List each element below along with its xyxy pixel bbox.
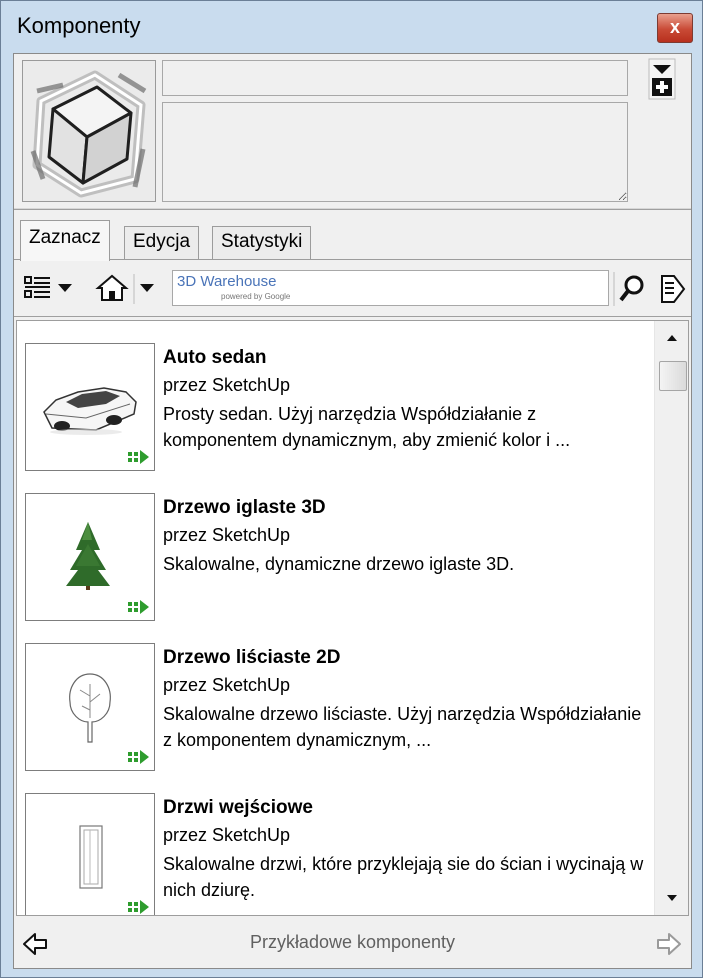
components-window: Komponenty x Zaznacz Edycja Statystyki 3… [0, 0, 703, 978]
tab-edit[interactable]: Edycja [124, 226, 200, 260]
component-preview [22, 60, 156, 202]
home-button[interactable] [94, 272, 158, 306]
scroll-up-arrow-icon [667, 335, 677, 341]
item-author: przez SketchUp [163, 675, 291, 695]
scroll-down-arrow-icon [667, 895, 677, 901]
tab-statistics-label: Statystyki [221, 231, 303, 252]
item-description: Skalowalne drzewo liściaste. Użyj narzęd… [163, 704, 642, 750]
item-description: Skalowalne drzwi, które przyklejają sie … [163, 854, 644, 900]
tab-select[interactable]: Zaznacz [20, 220, 110, 261]
tab-edit-label: Edycja [133, 231, 191, 252]
details-menu-button[interactable] [648, 58, 676, 100]
3d-warehouse-logo-text: 3D Warehouse [177, 273, 277, 290]
toolbar-separator [14, 316, 691, 317]
item-thumbnail [25, 643, 155, 771]
tab-underline [14, 259, 691, 260]
list-item[interactable]: Auto sedan przez SketchUp Prosty sedan. … [17, 343, 657, 493]
item-description: Prosty sedan. Użyj narzędzia Współdziała… [163, 404, 571, 450]
list-item[interactable]: Drzwi wejściowe przez SketchUp Skalowaln… [17, 793, 657, 915]
item-title: Auto sedan [163, 347, 267, 368]
dynamic-component-icon [128, 750, 149, 764]
close-icon: x [669, 17, 680, 37]
item-description: Skalowalne, dynamiczne drzewo iglaste 3D… [163, 554, 515, 574]
add-details-icon [648, 58, 676, 100]
item-title: Drzewo liściaste 2D [163, 647, 341, 668]
scroll-down-button[interactable] [655, 883, 688, 915]
item-title: Drzewo iglaste 3D [163, 497, 326, 518]
item-author: przez SketchUp [163, 825, 291, 845]
view-options-button[interactable] [22, 272, 80, 306]
components-panel: Zaznacz Edycja Statystyki 3D Warehouse p… [13, 53, 692, 969]
component-list: Auto sedan przez SketchUp Prosty sedan. … [16, 320, 689, 916]
component-description-field[interactable] [162, 102, 628, 202]
window-title: Komponenty [17, 13, 141, 38]
scroll-up-button[interactable] [655, 321, 688, 353]
item-author: przez SketchUp [163, 525, 291, 545]
warehouse-search-box: 3D Warehouse powered by Google [172, 270, 609, 306]
list-item[interactable]: Drzewo liściaste 2D przez SketchUp Skalo… [17, 643, 657, 793]
dynamic-component-icon [128, 450, 149, 464]
list-view-icon [24, 276, 72, 298]
component-cube-icon [30, 70, 147, 198]
home-icon [95, 274, 154, 304]
forward-button[interactable] [654, 930, 682, 958]
item-author: przez SketchUp [163, 375, 291, 395]
dynamic-component-icon [128, 600, 149, 614]
vertical-scrollbar[interactable] [654, 321, 688, 915]
list-item[interactable]: Drzewo iglaste 3D przez SketchUp Skalowa… [17, 493, 657, 643]
item-thumbnail [25, 793, 155, 915]
collection-footer: Przykładowe komponenty [14, 922, 691, 966]
3d-warehouse-logo: 3D Warehouse powered by Google [177, 273, 291, 303]
collection-label: Przykładowe komponenty [249, 932, 456, 952]
forward-arrow-icon [657, 933, 681, 955]
scrollbar-thumb[interactable] [659, 361, 687, 391]
dynamic-component-icon [128, 900, 149, 914]
details-arrow-button[interactable] [656, 272, 688, 306]
powered-by-google-text: powered by Google [221, 292, 291, 301]
tab-statistics[interactable]: Statystyki [212, 226, 312, 260]
title-bar[interactable]: Komponenty x [1, 1, 702, 53]
details-arrow-icon [661, 275, 686, 303]
tab-select-label: Zaznacz [29, 227, 101, 248]
item-thumbnail [25, 343, 155, 471]
search-input[interactable] [291, 275, 601, 301]
item-thumbnail [25, 493, 155, 621]
close-button[interactable]: x [657, 13, 693, 43]
toolbar: 3D Warehouse powered by Google [20, 266, 689, 314]
magnifier-icon [613, 272, 644, 306]
header-separator [14, 208, 691, 210]
search-button[interactable] [612, 272, 650, 306]
component-name-field[interactable] [162, 60, 628, 96]
item-title: Drzwi wejściowe [163, 797, 313, 818]
door-thumbnail-icon [79, 825, 103, 889]
